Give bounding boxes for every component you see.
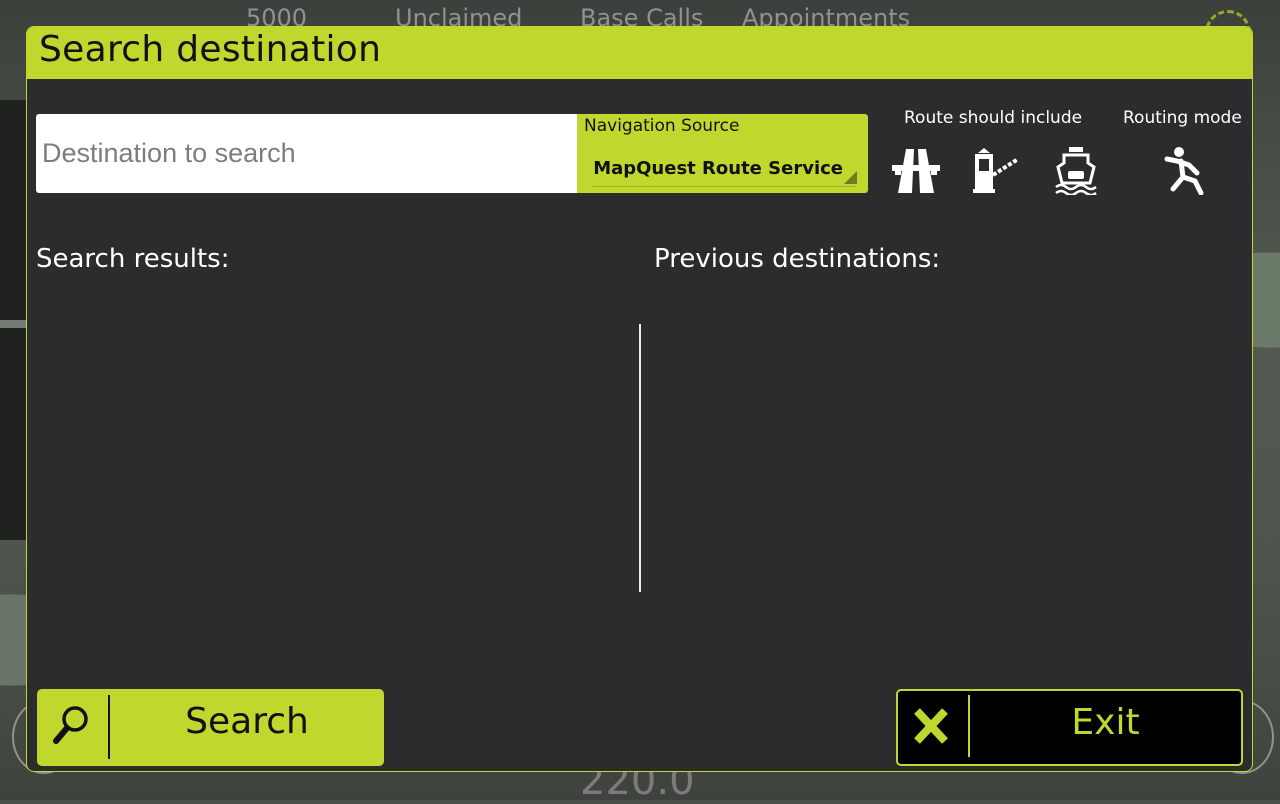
navigation-source-dropdown[interactable]: MapQuest Route Service <box>591 148 857 187</box>
background-bottombar: 220.0 <box>0 758 1280 804</box>
search-button[interactable]: Search <box>37 689 384 766</box>
dialog-header: Search destination <box>27 27 1252 79</box>
search-destination-dialog: Search destination Navigation Source Map… <box>26 26 1253 772</box>
previous-destinations-title: Previous destinations: <box>654 244 941 274</box>
search-results-title: Search results: <box>36 244 230 274</box>
pedestrian-icon <box>1164 147 1204 196</box>
route-include-label: Route should include <box>904 108 1083 128</box>
highway-toggle[interactable] <box>892 145 940 195</box>
search-button-label: Search <box>185 701 309 742</box>
routing-mode-button[interactable] <box>1161 145 1209 196</box>
close-icon <box>914 708 948 744</box>
navigation-source-label: Navigation Source <box>584 116 740 136</box>
exit-button[interactable]: Exit <box>896 689 1243 766</box>
highway-icon <box>892 149 940 193</box>
ferry-icon <box>1055 147 1097 197</box>
destination-search-input[interactable] <box>36 114 577 193</box>
search-icon <box>53 706 88 744</box>
toll-booth-icon <box>973 148 1020 193</box>
navigation-source: Navigation Source MapQuest Route Service <box>577 114 868 193</box>
ferry-toggle[interactable] <box>1052 145 1100 197</box>
exit-button-label: Exit <box>1071 702 1140 743</box>
dialog-title: Search destination <box>39 29 382 70</box>
routing-mode-label: Routing mode <box>1123 108 1242 128</box>
navigation-source-value: MapQuest Route Service <box>593 158 843 179</box>
column-divider <box>639 324 641 592</box>
dropdown-arrow-icon <box>844 171 857 184</box>
toll-toggle[interactable] <box>972 145 1020 195</box>
previous-destinations-list <box>652 297 1242 667</box>
search-results-list <box>36 297 634 667</box>
